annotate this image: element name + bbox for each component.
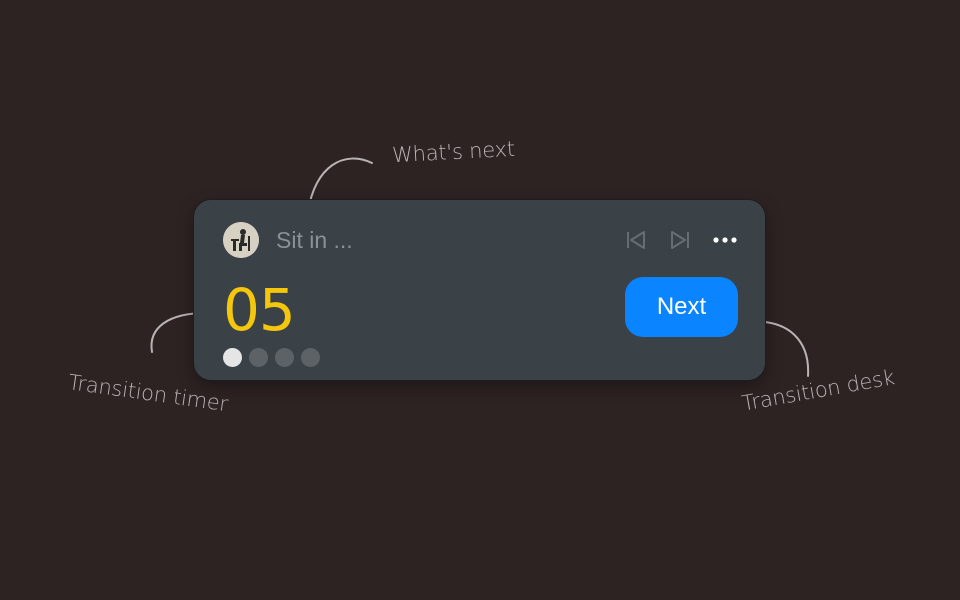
annotation-whats-next: What's next xyxy=(391,136,516,168)
skip-previous-icon[interactable] xyxy=(625,228,647,252)
person-at-desk-icon xyxy=(223,222,259,258)
progress-dots xyxy=(223,348,320,367)
transition-widget: Sit in ... 05 Next xyxy=(193,199,766,381)
progress-dot-1 xyxy=(223,348,242,367)
progress-dot-2 xyxy=(249,348,268,367)
skip-next-icon[interactable] xyxy=(669,228,691,252)
transition-timer: 05 xyxy=(223,276,296,344)
next-button[interactable]: Next xyxy=(625,277,738,337)
more-horizontal-icon[interactable] xyxy=(711,228,739,252)
progress-dot-4 xyxy=(301,348,320,367)
upcoming-desk-label: Sit in ... xyxy=(276,227,353,253)
annotation-transition-desk: Transition desk xyxy=(740,365,897,416)
progress-dot-3 xyxy=(275,348,294,367)
